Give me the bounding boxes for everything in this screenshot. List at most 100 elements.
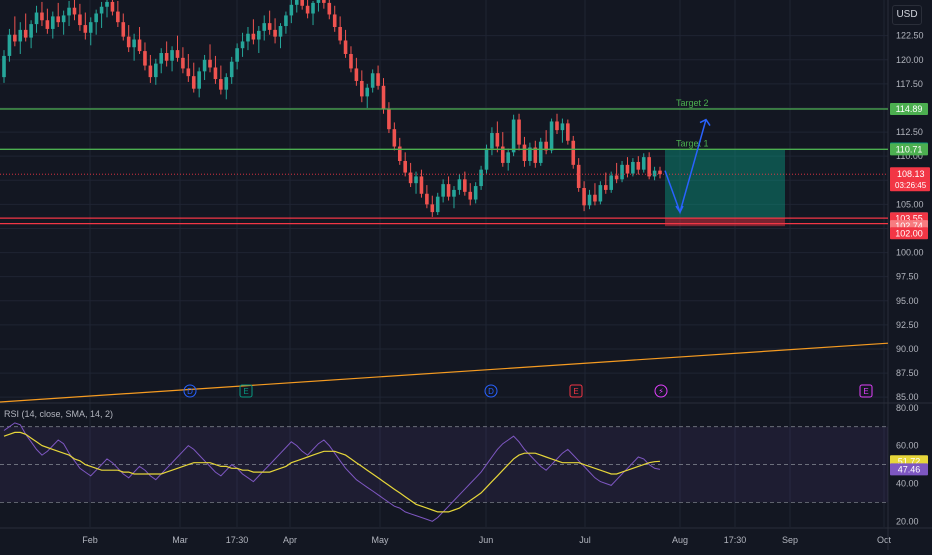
candle[interactable] (365, 87, 370, 97)
candle[interactable] (2, 55, 6, 78)
candle[interactable] (294, 0, 299, 5)
candle[interactable] (517, 119, 521, 145)
candle[interactable] (305, 5, 310, 14)
candle[interactable] (473, 186, 478, 200)
candle[interactable] (316, 0, 321, 3)
candle[interactable] (159, 53, 164, 64)
candle[interactable] (257, 30, 261, 40)
currency-selector[interactable]: USD (892, 5, 922, 25)
candle[interactable] (322, 0, 326, 3)
candle[interactable] (555, 121, 559, 131)
rsi-legend[interactable]: RSI (14, close, SMA, 14, 2) (4, 409, 113, 419)
candle[interactable] (105, 1, 109, 7)
candle[interactable] (587, 194, 592, 206)
candle[interactable] (45, 20, 50, 29)
candle[interactable] (110, 1, 115, 12)
candle[interactable] (267, 23, 272, 30)
position-stop-zone[interactable] (665, 218, 785, 227)
candle[interactable] (370, 73, 375, 88)
candle[interactable] (191, 76, 196, 89)
candle[interactable] (343, 40, 348, 54)
candle[interactable] (88, 22, 93, 33)
candle[interactable] (571, 140, 576, 165)
candle[interactable] (175, 50, 180, 58)
candle[interactable] (7, 34, 12, 56)
candle[interactable] (181, 57, 185, 69)
candle[interactable] (468, 191, 473, 200)
candle[interactable] (549, 121, 554, 151)
candle[interactable] (338, 26, 342, 41)
candle[interactable] (50, 16, 55, 29)
candle[interactable] (143, 51, 147, 66)
candle[interactable] (164, 53, 169, 61)
candle[interactable] (132, 39, 136, 48)
candle[interactable] (349, 53, 353, 69)
candle[interactable] (598, 185, 603, 202)
candle[interactable] (522, 144, 527, 161)
candle[interactable] (658, 170, 662, 175)
candle[interactable] (137, 39, 142, 52)
candle[interactable] (631, 161, 635, 174)
candle[interactable] (311, 2, 315, 14)
candle[interactable] (511, 119, 516, 153)
candle[interactable] (56, 16, 61, 23)
candle[interactable] (625, 164, 630, 174)
candle[interactable] (224, 77, 229, 90)
candle[interactable] (652, 170, 657, 177)
candle[interactable] (72, 7, 77, 15)
candle[interactable] (83, 25, 88, 33)
candle[interactable] (435, 196, 440, 213)
candle[interactable] (495, 133, 500, 147)
candle[interactable] (34, 12, 39, 25)
candle[interactable] (148, 65, 153, 78)
candle[interactable] (284, 15, 288, 27)
candle[interactable] (381, 85, 386, 109)
candle[interactable] (332, 14, 337, 27)
candle[interactable] (636, 161, 641, 170)
candle[interactable] (186, 68, 191, 77)
candle[interactable] (13, 34, 17, 42)
candle[interactable] (387, 108, 391, 130)
candle[interactable] (538, 141, 543, 163)
candle[interactable] (213, 67, 218, 80)
candle[interactable] (641, 157, 646, 170)
candle[interactable] (251, 33, 256, 40)
candle[interactable] (273, 29, 277, 37)
candle[interactable] (376, 73, 380, 86)
candle[interactable] (78, 14, 82, 26)
candle[interactable] (620, 164, 624, 180)
candle[interactable] (121, 22, 126, 37)
candle[interactable] (614, 175, 619, 180)
candle[interactable] (61, 15, 66, 23)
candle[interactable] (479, 169, 483, 187)
candle[interactable] (506, 152, 510, 163)
trading-chart[interactable]: 122.50120.00117.50115.00112.50110.00107.… (0, 0, 932, 550)
candle[interactable] (603, 185, 608, 190)
position-profit-zone[interactable] (665, 149, 785, 219)
candle[interactable] (67, 7, 71, 16)
candle[interactable] (609, 175, 614, 190)
candle[interactable] (262, 23, 267, 31)
candle[interactable] (29, 24, 33, 38)
candle[interactable] (647, 157, 651, 177)
candle[interactable] (94, 13, 98, 23)
candle[interactable] (446, 184, 451, 197)
candle[interactable] (170, 50, 174, 61)
candle[interactable] (354, 68, 359, 81)
candle[interactable] (576, 164, 581, 188)
candle[interactable] (452, 189, 456, 197)
candle[interactable] (392, 129, 397, 147)
candle[interactable] (490, 133, 494, 149)
candle[interactable] (419, 176, 424, 194)
candle[interactable] (99, 6, 104, 14)
candle[interactable] (197, 71, 201, 89)
candle[interactable] (403, 160, 407, 173)
candle[interactable] (560, 123, 565, 131)
candle[interactable] (441, 184, 445, 197)
candle[interactable] (219, 79, 223, 90)
candle[interactable] (582, 187, 586, 206)
candle[interactable] (202, 59, 207, 72)
candle[interactable] (23, 29, 28, 38)
candle[interactable] (289, 4, 294, 16)
candle[interactable] (208, 59, 212, 68)
